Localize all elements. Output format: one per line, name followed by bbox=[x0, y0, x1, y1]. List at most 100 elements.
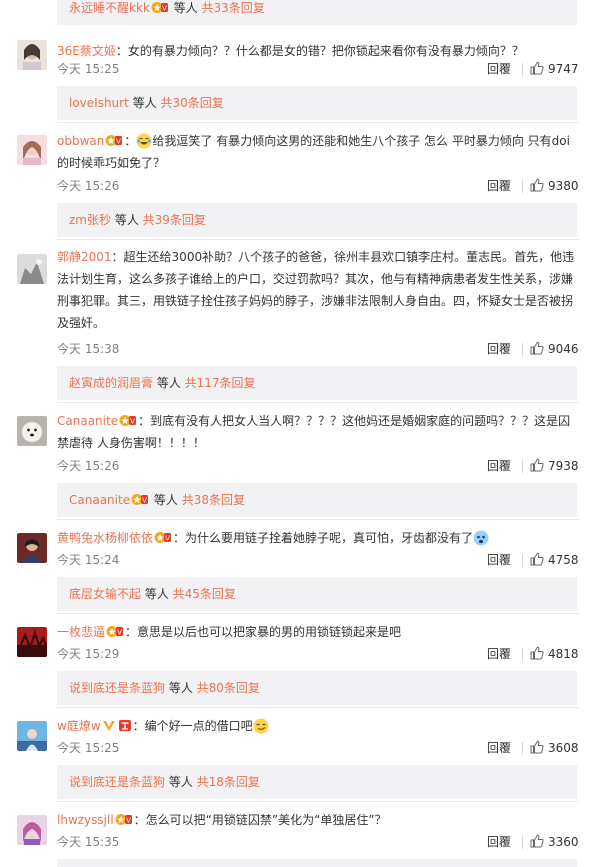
avatar[interactable] bbox=[17, 815, 47, 845]
like-count: 7938 bbox=[548, 459, 579, 473]
reply-button[interactable]: 回覆 bbox=[487, 340, 511, 358]
reply-mid-text: 等人 bbox=[128, 96, 161, 110]
reply-mid-text: 等人 bbox=[111, 213, 143, 227]
comment-text: ：怎么可以把“用锁链囚禁”美化为“单独居住”？ bbox=[133, 813, 387, 827]
comment-text-block: 一枚悲逼 ：意思是以后也可以把家暴的男的用锁链锁起来是吧 bbox=[57, 621, 579, 643]
like-thumb-icon[interactable] bbox=[530, 61, 544, 75]
comment-text-block: lhwzyssjll ：怎么可以把“用锁链囚禁”美化为“单独居住”？ bbox=[57, 809, 579, 831]
reply-count-link[interactable]: 共33条回复 bbox=[202, 1, 265, 15]
comment-username[interactable]: 36E蔡文姬 bbox=[57, 44, 116, 58]
comment-meta: 今天 15:29 回覆 4818 bbox=[57, 645, 587, 663]
divider bbox=[57, 239, 579, 240]
comment-username[interactable]: Canaanite bbox=[57, 414, 118, 428]
comment-text-block: 36E蔡文姬：女的有暴力倾向？？什么都是女的错？把你锁起来看你有没有暴力倾向？？ bbox=[57, 40, 579, 62]
reply-username[interactable]: 永远睡不醒kkk bbox=[69, 1, 150, 15]
like-thumb-icon[interactable] bbox=[530, 646, 544, 660]
reply-username[interactable]: 底层女输不起 bbox=[69, 587, 141, 601]
comment-text-block: obbwan：给我逗笑了 有暴力倾向这男的还能和她生八个孩子 怎么 平时暴力倾向… bbox=[57, 130, 579, 174]
reply-count-link[interactable]: 共30条回复 bbox=[160, 96, 223, 110]
reply-thread-summary[interactable]: 赵寅成的润眉膏 等人 共117条回复 bbox=[57, 366, 577, 400]
comment-text: ：为什么要用链子拴着她脖子呢，真可怕，牙齿都没有了 bbox=[173, 531, 474, 545]
divider bbox=[522, 343, 523, 356]
reply-count-link[interactable]: 共117条回复 bbox=[185, 376, 256, 390]
reply-thread-summary[interactable]: zm张秒 等人 共39条回复 bbox=[57, 203, 577, 237]
reply-thread-summary[interactable]: 说到底还是条蓝狗 等人 共80条回复 bbox=[57, 671, 577, 705]
reply-username[interactable]: 说到底还是条蓝狗 bbox=[69, 775, 165, 789]
divider bbox=[57, 519, 579, 520]
reply-button[interactable]: 回覆 bbox=[487, 457, 511, 475]
reply-thread-summary[interactable]: Canaanite 等人 共38条回复 bbox=[57, 483, 577, 517]
comment-time: 今天 15:38 bbox=[57, 342, 120, 356]
reply-count-link[interactable]: 共38条回复 bbox=[182, 493, 245, 507]
avatar[interactable] bbox=[17, 416, 47, 446]
comment-username[interactable]: w庭燎w bbox=[57, 719, 101, 733]
comment-time: 今天 15:25 bbox=[57, 741, 120, 755]
like-thumb-icon[interactable] bbox=[530, 552, 544, 566]
avatar[interactable] bbox=[17, 721, 47, 751]
reply-count-link[interactable]: 共18条回复 bbox=[197, 775, 260, 789]
reply-thread-summary[interactable]: 说到底还是条蓝狗 等人 共18条回复 bbox=[57, 765, 577, 799]
like-thumb-icon[interactable] bbox=[530, 740, 544, 754]
comment-username[interactable]: 一枚悲逼 bbox=[57, 625, 105, 639]
reply-count-link[interactable]: 共45条回复 bbox=[173, 587, 236, 601]
avatar[interactable] bbox=[17, 627, 47, 657]
comment-meta: 今天 15:35 回覆 3360 bbox=[57, 833, 587, 851]
reply-username[interactable]: 赵寅成的润眉膏 bbox=[69, 376, 153, 390]
reply-button[interactable]: 回覆 bbox=[487, 645, 511, 663]
like-thumb-icon[interactable] bbox=[530, 834, 544, 848]
like-thumb-icon[interactable] bbox=[530, 178, 544, 192]
avatar[interactable] bbox=[17, 135, 47, 165]
like-count: 4818 bbox=[548, 647, 579, 661]
comment-meta: 今天 15:26 回覆 7938 bbox=[57, 457, 587, 475]
reply-username[interactable]: loveIshurt bbox=[69, 96, 129, 110]
divider bbox=[57, 801, 579, 802]
comment-username[interactable]: lhwzyssjll bbox=[57, 813, 114, 827]
divider bbox=[522, 460, 523, 473]
comment-username[interactable]: 黄鸭兔水杨柳依依 bbox=[57, 531, 153, 545]
comment-time: 今天 15:24 bbox=[57, 553, 120, 567]
like-count: 4758 bbox=[548, 553, 579, 567]
vip-badge-icon bbox=[119, 413, 137, 428]
divider bbox=[522, 554, 523, 567]
comment-meta: 今天 15:26 回覆 9380 bbox=[57, 177, 587, 195]
comment-meta: 今天 15:38 回覆 9046 bbox=[57, 340, 587, 358]
reply-thread-summary[interactable]: 底层女输不起 等人 共45条回复 bbox=[57, 577, 577, 611]
divider bbox=[522, 836, 523, 849]
laughing-tears-emoji-icon bbox=[136, 133, 152, 149]
comment-meta: 今天 15:24 回覆 4758 bbox=[57, 551, 587, 569]
reply-mid-text: 等人 bbox=[165, 681, 197, 695]
comment-text-block: 郭静2001：超生还给3000补助？八个孩子的爸爸，徐州丰县欢口镇李庄村。董志民… bbox=[57, 246, 579, 334]
comment-text-block: w庭燎w ：编个好一点的借口吧 bbox=[57, 715, 579, 737]
comment-meta: 今天 15:25 回覆 9747 bbox=[57, 60, 587, 78]
comment-username[interactable]: obbwan bbox=[57, 134, 104, 148]
reply-thread-summary[interactable]: loveIshurt 等人 共30条回复 bbox=[57, 86, 577, 120]
reply-username[interactable]: zm张秒 bbox=[69, 213, 111, 227]
vip-badge-icon bbox=[105, 133, 123, 148]
v-verified-icon bbox=[102, 721, 115, 731]
comment-username[interactable]: 郭静2001 bbox=[57, 250, 112, 264]
like-thumb-icon[interactable] bbox=[530, 341, 544, 355]
reply-username[interactable]: Canaanite bbox=[69, 493, 130, 507]
comment-meta: 今天 15:25 回覆 3608 bbox=[57, 739, 587, 757]
reply-username[interactable]: 说到底还是条蓝狗 bbox=[69, 681, 165, 695]
comment-text-prefix: ： bbox=[124, 134, 137, 148]
avatar[interactable] bbox=[17, 533, 47, 563]
reply-mid-text: 等人 bbox=[169, 1, 202, 15]
like-thumb-icon[interactable] bbox=[530, 458, 544, 472]
reply-button[interactable]: 回覆 bbox=[487, 177, 511, 195]
reply-button[interactable]: 回覆 bbox=[487, 739, 511, 757]
reply-button[interactable]: 回覆 bbox=[487, 551, 511, 569]
avatar[interactable] bbox=[17, 40, 47, 70]
reply-count-link[interactable]: 共39条回复 bbox=[143, 213, 206, 227]
comment-time: 今天 15:29 bbox=[57, 647, 120, 661]
avatar[interactable] bbox=[17, 254, 47, 284]
vip-badge-icon bbox=[106, 624, 124, 639]
reply-thread-summary[interactable]: 永远睡不醒kkk 等人 共33条回复 bbox=[57, 0, 577, 25]
reply-count-link[interactable]: 共80条回复 bbox=[197, 681, 260, 695]
like-count: 9046 bbox=[548, 342, 579, 356]
reply-thread-summary[interactable] bbox=[57, 859, 577, 867]
comment-time: 今天 15:26 bbox=[57, 459, 120, 473]
reply-button[interactable]: 回覆 bbox=[487, 833, 511, 851]
divider bbox=[522, 63, 523, 76]
reply-button[interactable]: 回覆 bbox=[487, 60, 511, 78]
